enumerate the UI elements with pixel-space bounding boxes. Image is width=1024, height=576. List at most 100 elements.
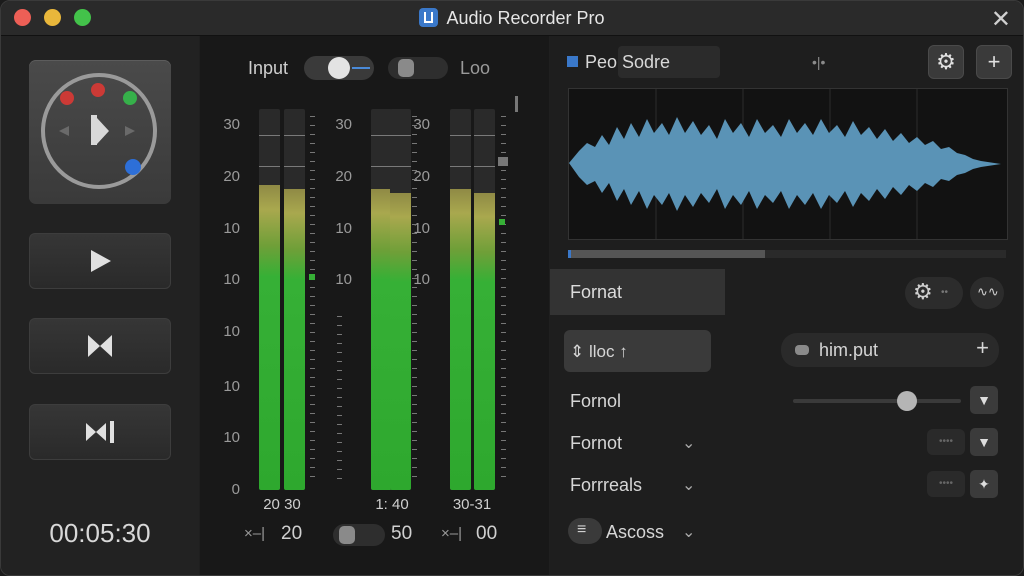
window-title-area: Audio Recorder Pro: [1, 8, 1023, 29]
meter-bar: [390, 109, 411, 490]
chevron-down-icon: ▼: [977, 434, 991, 450]
channel-value: 50: [391, 523, 413, 544]
slider-dropdown-button[interactable]: ▼: [970, 386, 998, 414]
scale-tick: 10: [223, 220, 240, 237]
channel-value: 20: [281, 523, 303, 544]
waveform-graphic: [569, 89, 1001, 239]
scrollbar-thumb[interactable]: [515, 96, 518, 112]
app-icon: [419, 8, 439, 27]
stop-icon: [88, 335, 112, 357]
play-icon: [91, 250, 111, 272]
peak-indicator: [498, 157, 508, 166]
skip-button[interactable]: [29, 404, 171, 460]
source-label: Peo Sodre: [585, 52, 671, 72]
monitor-icon[interactable]: •|•: [812, 54, 825, 70]
format-header: Fornat: [550, 269, 725, 315]
loop-slider-knob: [398, 59, 414, 77]
waveform-display[interactable]: [568, 88, 1008, 240]
scale-tick: 30: [335, 116, 352, 133]
channel-trim-slider[interactable]: [333, 524, 385, 546]
input-field-handle: [795, 345, 809, 355]
option-field[interactable]: ••••: [927, 429, 965, 455]
channel-trim-knob: [339, 526, 355, 544]
meter-bar: [371, 109, 392, 490]
format-settings-button[interactable]: ⚙ ••: [905, 277, 963, 309]
scale-tick: 10: [223, 429, 240, 446]
meter-ticks: [412, 116, 418, 485]
level-slider[interactable]: [793, 391, 961, 411]
source-indicator: [567, 56, 578, 67]
peak-indicator: [499, 219, 505, 225]
scale-tick: 10: [223, 378, 240, 395]
scale-tick: 10: [335, 271, 352, 288]
option-dropdown-button[interactable]: ▼: [970, 428, 998, 456]
channel-label: 30-31: [452, 496, 492, 513]
input-field-text: him.put: [819, 340, 879, 360]
scale-tick: 20: [335, 168, 352, 185]
settings-button[interactable]: ⚙: [928, 45, 964, 79]
progress-track[interactable]: [568, 250, 1006, 258]
playhead[interactable]: [568, 250, 571, 258]
meter-ticks: [337, 316, 343, 487]
chevron-down-icon: ▼: [977, 392, 991, 408]
plus-icon: +: [987, 49, 1001, 74]
meter-ticks: [501, 116, 507, 485]
format-item[interactable]: Fornol: [570, 391, 621, 412]
format-item[interactable]: Fornot: [570, 433, 622, 454]
chevron-down-icon[interactable]: ⌄: [682, 522, 695, 542]
gear-icon: ⚙: [913, 279, 933, 304]
window-title: Audio Recorder Pro: [446, 8, 605, 28]
chevron-down-icon[interactable]: ⌄: [682, 433, 695, 453]
plus-icon[interactable]: +: [976, 335, 989, 361]
peak-indicator: [309, 274, 315, 280]
input-toggle-knob: [328, 57, 350, 79]
transport-panel: 00:05:30: [1, 36, 199, 575]
jog-dial[interactable]: [29, 60, 171, 204]
waveform-mode-button[interactable]: ∿∿: [970, 277, 1004, 309]
scale-tick: 10: [223, 323, 240, 340]
chevron-down-icon[interactable]: ⌄: [682, 475, 695, 495]
channel-label: 1: 40: [375, 496, 409, 513]
option-field[interactable]: ••••: [927, 471, 965, 497]
meter-bar: [450, 109, 471, 490]
format-item[interactable]: Forrreals: [570, 475, 642, 496]
stepper-icon: ✦: [978, 475, 990, 492]
scale-tick: 30: [223, 116, 240, 133]
jog-dial-graphic: [41, 73, 157, 189]
channel-label: 20 30: [263, 496, 301, 513]
menu-icon: ≡: [577, 521, 587, 538]
input-toggle[interactable]: [304, 56, 374, 80]
meter-bar: [284, 109, 305, 490]
meter-bar: [474, 109, 495, 490]
meter-ticks: [310, 116, 316, 485]
close-icon[interactable]: ✕: [991, 5, 1011, 34]
level-slider-knob[interactable]: [897, 391, 918, 411]
menu-button[interactable]: ≡: [568, 518, 602, 544]
skip-icon: [86, 421, 114, 443]
input-label: Input: [248, 58, 289, 78]
loop-label: Loo: [460, 58, 491, 78]
channel-prefix: ×–|: [441, 525, 462, 542]
wave-icon: ∿∿: [977, 284, 999, 299]
more-icon: ••: [941, 287, 949, 298]
add-button[interactable]: +: [976, 45, 1012, 79]
stop-button[interactable]: [29, 318, 171, 374]
app-window: Audio Recorder Pro ✕ 00:05:30 Input Loo …: [0, 0, 1024, 576]
loop-slider[interactable]: [388, 57, 448, 79]
format-item[interactable]: Ascoss: [606, 522, 664, 543]
scale-tick: 20: [223, 168, 240, 185]
progress-fill: [568, 250, 766, 258]
editor-panel: Peo Sodre •|• ⚙ + Fornat ⚙ •• ∿∿ ⇕ lloc ↑…: [550, 36, 1023, 575]
scale-tick: 10: [223, 271, 240, 288]
play-button[interactable]: [29, 233, 171, 289]
gear-icon: ⚙: [936, 49, 956, 74]
level-meters-panel: Input Loo 30 20 10 10 10 10 10 0 30 20 1…: [200, 36, 549, 575]
input-field[interactable]: him.put +: [781, 333, 999, 367]
channel-value: 00: [476, 523, 498, 544]
elapsed-timer: 00:05:30: [49, 518, 151, 548]
scale-tick: 10: [335, 220, 352, 237]
channel-prefix: ×–|: [244, 525, 265, 542]
title-bar: Audio Recorder Pro ✕: [1, 1, 1023, 36]
option-step-button[interactable]: ✦: [970, 470, 998, 498]
input-toggle-track: [352, 67, 370, 69]
